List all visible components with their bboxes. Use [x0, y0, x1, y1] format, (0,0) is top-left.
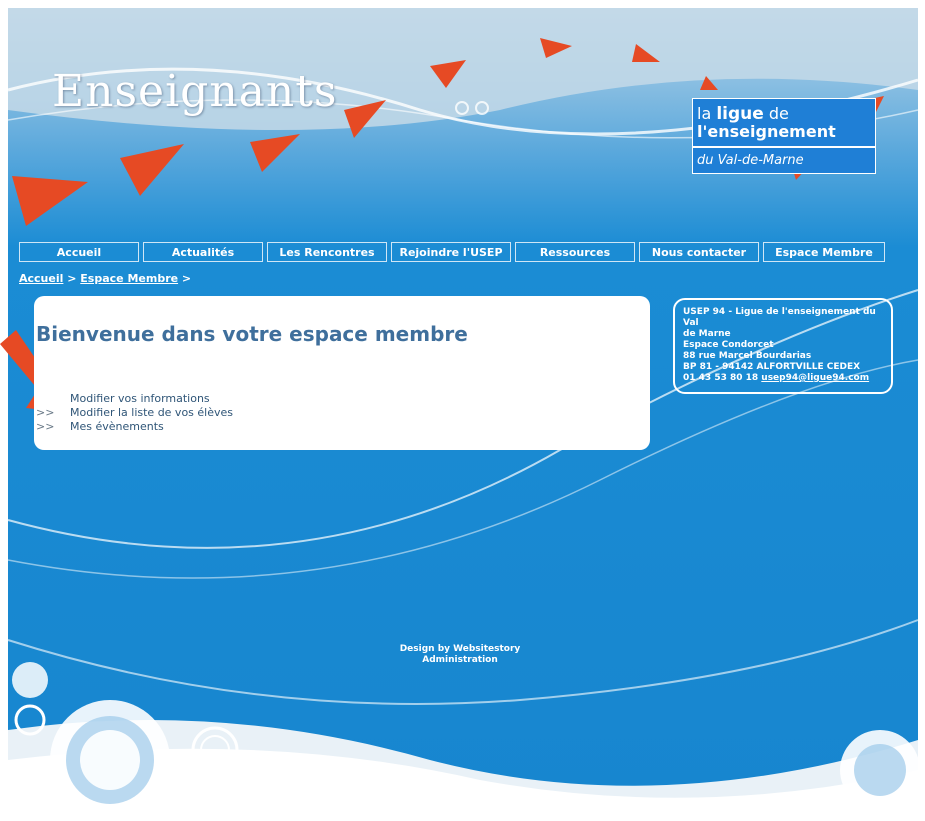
page-title: Bienvenue dans votre espace membre: [36, 322, 468, 346]
contact-line: Espace Condorcet: [683, 340, 774, 350]
design-credit-link[interactable]: Design by Websitestory: [400, 644, 521, 654]
logo-line-3: du Val-de-Marne: [697, 153, 804, 168]
footer: Design by Websitestory Administration: [340, 644, 580, 666]
contact-line: BP 81 - 94142 ALFORTVILLE CEDEX: [683, 362, 861, 372]
logo-line-2: l'enseignement: [697, 122, 836, 141]
member-links: Modifier vos informations >> Modifier la …: [36, 392, 233, 434]
contact-line: USEP 94 - Ligue de l'enseignement du Val: [683, 307, 876, 328]
logo-line-1: la ligue de: [697, 104, 789, 124]
nav-item-actualites[interactable]: Actualités: [143, 242, 263, 262]
site-title: Enseignants: [52, 66, 338, 117]
nav-item-espace-membre[interactable]: Espace Membre: [763, 242, 885, 262]
contact-line: 88 rue Marcel Bourdarias: [683, 351, 812, 361]
ligue-logo[interactable]: la ligue de l'enseignement du Val-de-Mar…: [692, 98, 876, 174]
administration-link[interactable]: Administration: [422, 655, 498, 665]
nav-item-rencontres[interactable]: Les Rencontres: [267, 242, 387, 262]
list-prefix: >>: [36, 420, 55, 433]
edit-students-link[interactable]: Modifier la liste de vos élèves: [70, 406, 233, 420]
breadcrumb-separator: >: [63, 272, 81, 285]
logo-divider: [693, 146, 875, 148]
list-item: >> Modifier la liste de vos élèves: [36, 406, 233, 420]
edit-info-link[interactable]: Modifier vos informations: [70, 392, 210, 406]
breadcrumb-separator-end: >: [178, 272, 192, 285]
list-item: Modifier vos informations: [36, 392, 233, 406]
contact-email-link[interactable]: usep94@ligue94.com: [761, 373, 869, 383]
page: Enseignants la ligue de l'enseignement d…: [0, 0, 925, 821]
breadcrumb: Accueil > Espace Membre >: [19, 272, 191, 285]
nav-item-rejoindre[interactable]: Rejoindre l'USEP: [391, 242, 511, 262]
list-prefix: >>: [36, 406, 55, 419]
nav-item-accueil[interactable]: Accueil: [19, 242, 139, 262]
nav-item-ressources[interactable]: Ressources: [515, 242, 635, 262]
breadcrumb-current-link[interactable]: Espace Membre: [80, 272, 178, 285]
contact-line: de Marne: [683, 329, 731, 339]
main-nav: Accueil Actualités Les Rencontres Rejoin…: [19, 242, 885, 262]
contact-phone: 01 43 53 80 18: [683, 373, 759, 383]
contact-box: USEP 94 - Ligue de l'enseignement du Val…: [673, 298, 893, 394]
member-panel: Bienvenue dans votre espace membre Modif…: [34, 296, 650, 450]
contact-line: 01 43 53 80 18 usep94@ligue94.com: [683, 373, 883, 384]
list-item: >> Mes évènements: [36, 420, 233, 434]
breadcrumb-home-link[interactable]: Accueil: [19, 272, 63, 285]
list-prefix: [36, 392, 70, 406]
nav-item-contact[interactable]: Nous contacter: [639, 242, 759, 262]
my-events-link[interactable]: Mes évènements: [70, 420, 164, 434]
